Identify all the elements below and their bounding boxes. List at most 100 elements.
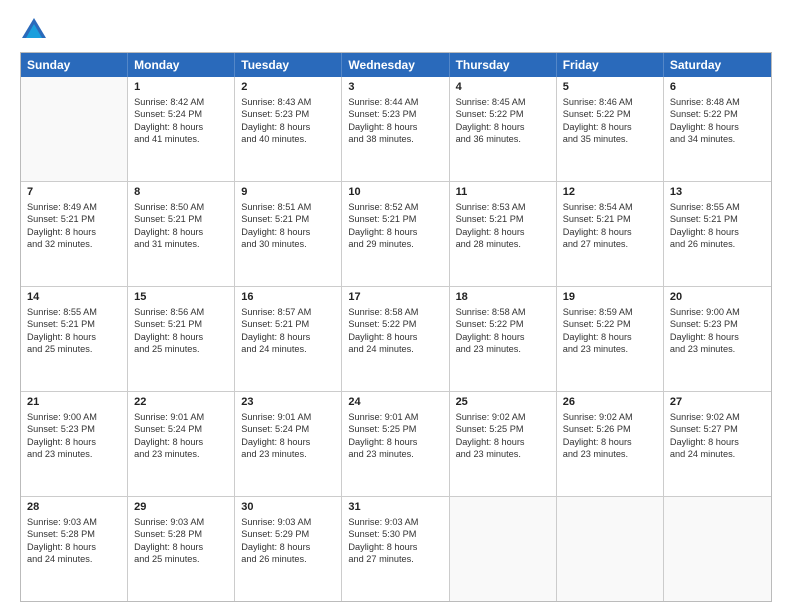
cell-text-line: and 40 minutes. xyxy=(241,133,335,145)
calendar-cell: 12Sunrise: 8:54 AMSunset: 5:21 PMDayligh… xyxy=(557,182,664,286)
cell-text-line: Sunset: 5:22 PM xyxy=(456,108,550,120)
cell-text-line: Sunrise: 8:43 AM xyxy=(241,96,335,108)
cell-text-line: Daylight: 8 hours xyxy=(348,121,442,133)
cell-text-line: Daylight: 8 hours xyxy=(670,331,765,343)
cell-text-line: Daylight: 8 hours xyxy=(670,121,765,133)
cell-text-line: and 23 minutes. xyxy=(456,448,550,460)
day-number: 24 xyxy=(348,396,442,408)
weekday-header: Thursday xyxy=(450,53,557,77)
weekday-header: Friday xyxy=(557,53,664,77)
cell-text-line: and 23 minutes. xyxy=(563,448,657,460)
calendar-cell: 25Sunrise: 9:02 AMSunset: 5:25 PMDayligh… xyxy=(450,392,557,496)
calendar-cell: 19 Sunrise: 8:59 AMSunset: 5:22 PMDayligh… xyxy=(557,287,664,391)
day-number: 7 xyxy=(27,186,121,198)
day-number: 25 xyxy=(456,396,550,408)
cell-text-line: and 23 minutes. xyxy=(27,448,121,460)
cell-text-line: Daylight: 8 hours xyxy=(134,121,228,133)
calendar-cell: 1Sunrise: 8:42 AMSunset: 5:24 PMDaylight… xyxy=(128,77,235,181)
cell-text-line: and 29 minutes. xyxy=(348,238,442,250)
calendar-cell xyxy=(21,77,128,181)
cell-text-line: and 31 minutes. xyxy=(134,238,228,250)
cell-text-line: Sunrise: 8:55 AM xyxy=(670,201,765,213)
cell-text-line: Daylight: 8 hours xyxy=(563,331,657,343)
calendar-cell: 23Sunrise: 9:01 AMSunset: 5:24 PMDayligh… xyxy=(235,392,342,496)
cell-text-line: Daylight: 8 hours xyxy=(670,226,765,238)
cell-text-line: Daylight: 8 hours xyxy=(134,541,228,553)
cell-text-line: Sunset: 5:28 PM xyxy=(134,528,228,540)
weekday-header: Wednesday xyxy=(342,53,449,77)
cell-text-line: Sunrise: 8:58 AM xyxy=(456,306,550,318)
cell-text-line: Sunrise: 9:02 AM xyxy=(670,411,765,423)
calendar-cell: 21Sunrise: 9:00 AMSunset: 5:23 PMDayligh… xyxy=(21,392,128,496)
cell-text-line: Sunset: 5:21 PM xyxy=(134,318,228,330)
day-number: 18 xyxy=(456,291,550,303)
weekday-header: Sunday xyxy=(21,53,128,77)
cell-text-line: Sunset: 5:21 PM xyxy=(241,318,335,330)
cell-text-line: Sunset: 5:24 PM xyxy=(134,423,228,435)
cell-text-line: Daylight: 8 hours xyxy=(27,331,121,343)
cell-text-line: Daylight: 8 hours xyxy=(134,436,228,448)
cell-text-line: Daylight: 8 hours xyxy=(348,436,442,448)
cell-text-line: and 36 minutes. xyxy=(456,133,550,145)
calendar-cell: 29Sunrise: 9:03 AMSunset: 5:28 PMDayligh… xyxy=(128,497,235,601)
cell-text-line: Sunrise: 8:44 AM xyxy=(348,96,442,108)
calendar-cell: 16Sunrise: 8:57 AMSunset: 5:21 PMDayligh… xyxy=(235,287,342,391)
cell-text-line: Sunrise: 8:55 AM xyxy=(27,306,121,318)
cell-text-line: Sunset: 5:26 PM xyxy=(563,423,657,435)
cell-text-line: and 38 minutes. xyxy=(348,133,442,145)
calendar-cell: 30Sunrise: 9:03 AMSunset: 5:29 PMDayligh… xyxy=(235,497,342,601)
calendar-cell: 6Sunrise: 8:48 AMSunset: 5:22 PMDaylight… xyxy=(664,77,771,181)
calendar-week-row: 14Sunrise: 8:55 AMSunset: 5:21 PMDayligh… xyxy=(21,287,771,392)
calendar-cell xyxy=(557,497,664,601)
cell-text-line: Sunrise: 9:03 AM xyxy=(27,516,121,528)
day-number: 28 xyxy=(27,501,121,513)
day-number: 1 xyxy=(134,81,228,93)
cell-text-line: Sunset: 5:21 PM xyxy=(134,213,228,225)
cell-text-line: Sunrise: 9:02 AM xyxy=(456,411,550,423)
cell-text-line: Sunrise: 8:57 AM xyxy=(241,306,335,318)
calendar-header: SundayMondayTuesdayWednesdayThursdayFrid… xyxy=(21,53,771,77)
day-number: 21 xyxy=(27,396,121,408)
calendar-cell: 27Sunrise: 9:02 AMSunset: 5:27 PMDayligh… xyxy=(664,392,771,496)
cell-text-line: Sunset: 5:21 PM xyxy=(27,318,121,330)
cell-text-line: Sunset: 5:27 PM xyxy=(670,423,765,435)
cell-text-line: and 32 minutes. xyxy=(27,238,121,250)
cell-text-line: Sunrise: 8:48 AM xyxy=(670,96,765,108)
day-number: 30 xyxy=(241,501,335,513)
calendar-week-row: 21Sunrise: 9:00 AMSunset: 5:23 PMDayligh… xyxy=(21,392,771,497)
calendar-cell: 28Sunrise: 9:03 AMSunset: 5:28 PMDayligh… xyxy=(21,497,128,601)
cell-text-line: Sunrise: 9:01 AM xyxy=(241,411,335,423)
cell-text-line: Daylight: 8 hours xyxy=(27,436,121,448)
cell-text-line: Daylight: 8 hours xyxy=(348,541,442,553)
cell-text-line: and 24 minutes. xyxy=(670,448,765,460)
cell-text-line: Daylight: 8 hours xyxy=(241,121,335,133)
calendar-cell: 2 Sunrise: 8:43 AMSunset: 5:23 PMDaylight… xyxy=(235,77,342,181)
calendar-cell: 13Sunrise: 8:55 AMSunset: 5:21 PMDayligh… xyxy=(664,182,771,286)
calendar-cell: 9Sunrise: 8:51 AMSunset: 5:21 PMDaylight… xyxy=(235,182,342,286)
day-number: 19 xyxy=(563,291,657,303)
cell-text-line: and 30 minutes. xyxy=(241,238,335,250)
cell-text-line: Sunrise: 9:02 AM xyxy=(563,411,657,423)
cell-text-line: Sunrise: 8:50 AM xyxy=(134,201,228,213)
day-number: 29 xyxy=(134,501,228,513)
day-number: 26 xyxy=(563,396,657,408)
cell-text-line: and 25 minutes. xyxy=(27,343,121,355)
cell-text-line: Sunset: 5:22 PM xyxy=(348,318,442,330)
cell-text-line: Sunset: 5:29 PM xyxy=(241,528,335,540)
cell-text-line: Daylight: 8 hours xyxy=(456,226,550,238)
cell-text-line: Daylight: 8 hours xyxy=(563,226,657,238)
cell-text-line: Sunset: 5:23 PM xyxy=(241,108,335,120)
day-number: 6 xyxy=(670,81,765,93)
cell-text-line: Sunset: 5:22 PM xyxy=(563,318,657,330)
day-number: 8 xyxy=(134,186,228,198)
calendar-cell: 22Sunrise: 9:01 AMSunset: 5:24 PMDayligh… xyxy=(128,392,235,496)
cell-text-line: Sunset: 5:21 PM xyxy=(456,213,550,225)
day-number: 2 xyxy=(241,81,335,93)
cell-text-line: Sunset: 5:25 PM xyxy=(348,423,442,435)
cell-text-line: Sunrise: 9:03 AM xyxy=(348,516,442,528)
cell-text-line: and 41 minutes. xyxy=(134,133,228,145)
cell-text-line: and 27 minutes. xyxy=(563,238,657,250)
cell-text-line: Sunrise: 8:59 AM xyxy=(563,306,657,318)
day-number: 10 xyxy=(348,186,442,198)
cell-text-line: Daylight: 8 hours xyxy=(563,121,657,133)
